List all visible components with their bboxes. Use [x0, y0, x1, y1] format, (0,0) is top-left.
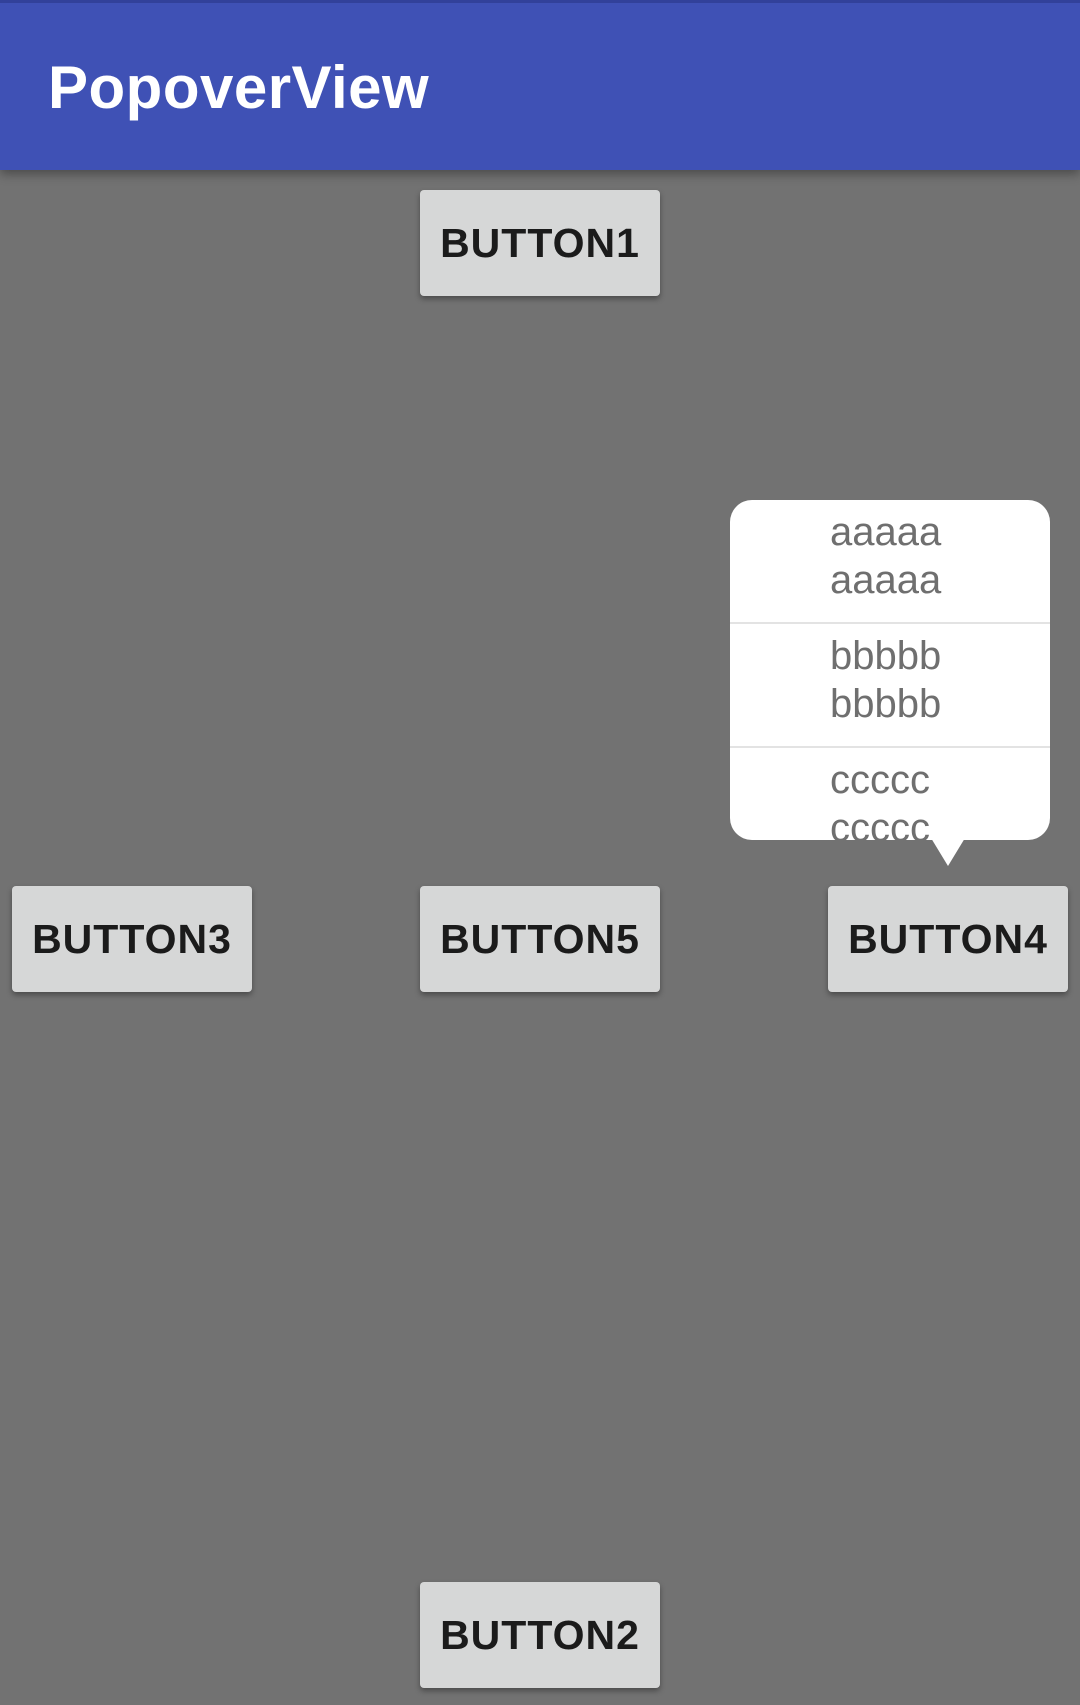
popover-item-c[interactable]: ccccc ccccc	[730, 746, 1050, 840]
app-title: PopoverView	[48, 54, 430, 121]
button3[interactable]: BUTTON3	[12, 886, 252, 992]
popover-item-b[interactable]: bbbbb bbbbb	[730, 622, 1050, 744]
popover-item-a[interactable]: aaaaa aaaaa	[730, 500, 1050, 622]
app-bar: PopoverView	[0, 0, 1080, 170]
button1[interactable]: BUTTON1	[420, 190, 660, 296]
button2[interactable]: BUTTON2	[420, 1582, 660, 1688]
popover-arrow	[931, 838, 965, 866]
status-bar-edge	[0, 0, 1080, 3]
popover-menu: aaaaa aaaaa bbbbb bbbbb ccccc ccccc	[730, 500, 1050, 840]
button4[interactable]: BUTTON4	[828, 886, 1068, 992]
screen: PopoverView BUTTON1 BUTTON3 BUTTON5 BUTT…	[0, 0, 1080, 1705]
button5[interactable]: BUTTON5	[420, 886, 660, 992]
